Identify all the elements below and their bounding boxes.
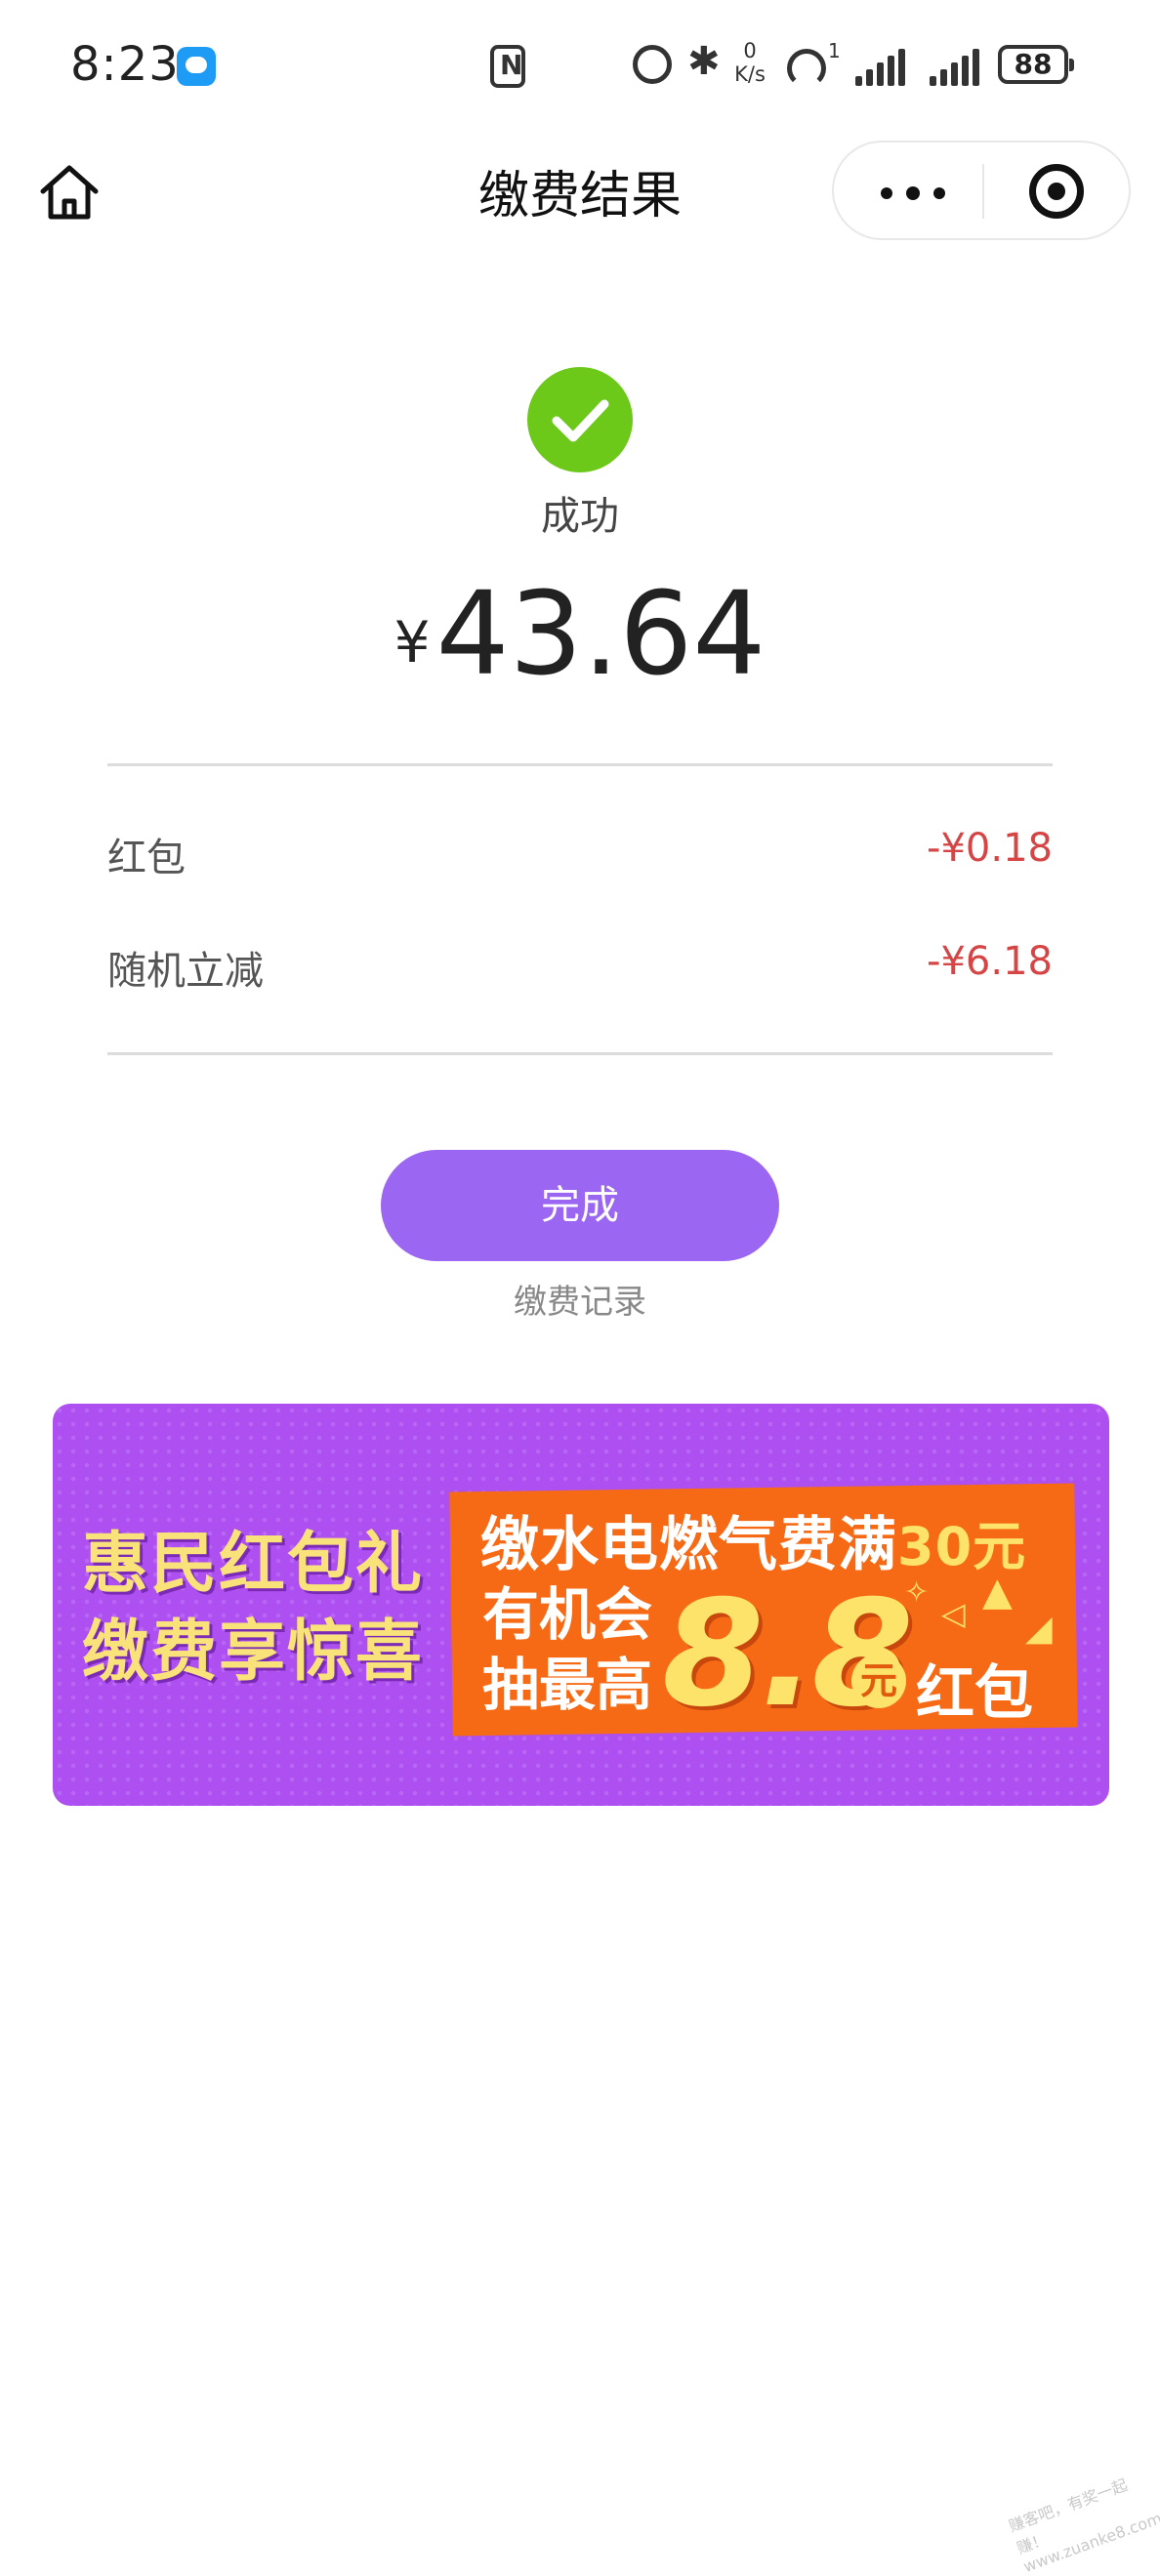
payment-status: 成功 xyxy=(541,494,619,539)
discount-value: -¥0.18 xyxy=(927,826,1053,871)
banner-offer-text: 有机会 抽最高 xyxy=(482,1579,652,1720)
payment-records-link[interactable]: 缴费记录 xyxy=(0,1275,1160,1323)
banner-red-packet-label: 红包 xyxy=(916,1659,1033,1728)
sparkle-icon: ◁ xyxy=(941,1595,966,1632)
amount-value: 43.64 xyxy=(435,566,766,701)
promo-banner[interactable]: 惠民红包礼 缴费享惊喜 缴水电燃气费满30元 有机会 抽最高 8.8 元 红包 … xyxy=(53,1404,1109,1806)
divider-top xyxy=(107,763,1053,766)
payment-amount: ¥43.64 xyxy=(0,566,1160,701)
discount-value: -¥6.18 xyxy=(927,939,1053,984)
success-check-icon xyxy=(527,367,633,472)
hotspot-icon xyxy=(787,49,826,88)
network-speed-unit: K/s xyxy=(734,62,766,86)
alarm-icon xyxy=(633,45,672,84)
close-target-icon[interactable] xyxy=(1029,164,1084,219)
battery-icon: 88 xyxy=(998,45,1074,84)
home-icon[interactable] xyxy=(35,158,104,226)
discount-label: 红包 xyxy=(107,836,186,880)
banner-slogan-line1: 惠民红包礼 xyxy=(82,1526,425,1603)
currency-symbol: ¥ xyxy=(394,609,431,675)
sparkle-icon: ▲ xyxy=(982,1570,1013,1615)
banner-offer-line3: 抽最高 xyxy=(482,1652,653,1718)
network-speed: 0 K/s xyxy=(728,39,771,86)
banner-amount-unit: 元 xyxy=(851,1654,906,1708)
banner-slogan: 惠民红包礼 缴费享惊喜 xyxy=(82,1521,492,1697)
capsule-divider xyxy=(982,164,984,219)
discount-row: 随机立减 -¥6.18 xyxy=(107,939,1053,998)
signal-2-icon xyxy=(930,47,982,86)
discount-label: 随机立减 xyxy=(107,949,264,994)
discount-row: 红包 -¥0.18 xyxy=(107,826,1053,884)
status-bar: 8:23 ✱ 0 K/s 1 88 xyxy=(0,0,1160,137)
network-speed-value: 0 xyxy=(743,39,757,62)
watermark: 赚客吧，有奖一起赚！ www.zuanke8.com xyxy=(1006,2474,1160,2576)
status-time: 8:23 xyxy=(70,37,180,92)
nfc-icon xyxy=(490,45,525,88)
banner-slogan-line2: 缴费享惊喜 xyxy=(82,1614,425,1691)
mini-program-capsule xyxy=(832,141,1131,240)
banner-offer-threshold: 30元 xyxy=(897,1516,1027,1577)
sparkle-icon: ✧ xyxy=(904,1575,930,1610)
bluetooth-icon: ✱ xyxy=(687,39,721,84)
divider-bottom xyxy=(107,1052,1053,1055)
more-icon[interactable] xyxy=(881,186,945,200)
nav-bar: 缴费结果 xyxy=(0,137,1160,246)
banner-offer-line2: 有机会 xyxy=(482,1581,653,1648)
sparkle-icon: ✦ xyxy=(867,1591,900,1636)
message-notification-icon xyxy=(177,47,216,86)
signal-1-icon xyxy=(855,47,908,86)
hotspot-count: 1 xyxy=(828,39,841,62)
done-button[interactable]: 完成 xyxy=(381,1150,779,1261)
sparkle-icon: ◢ xyxy=(1025,1609,1053,1649)
